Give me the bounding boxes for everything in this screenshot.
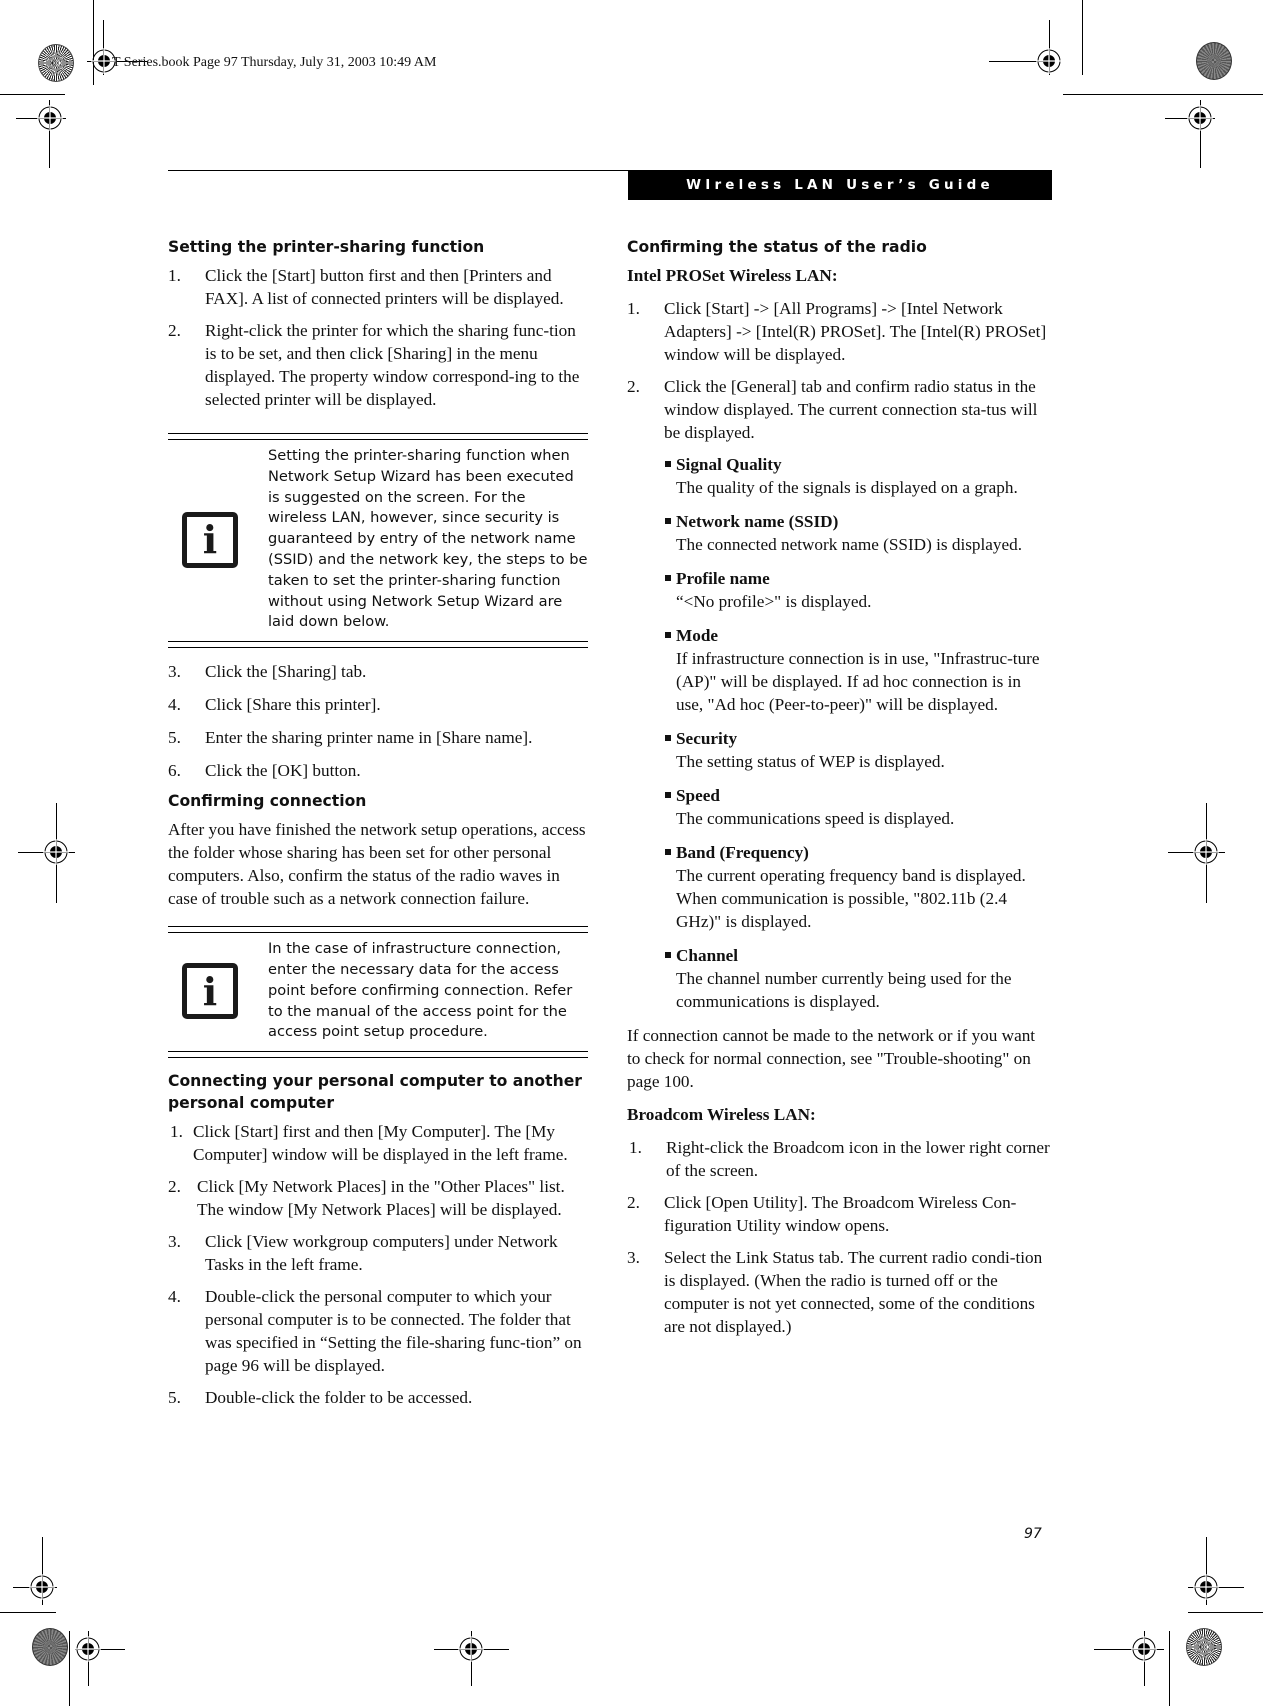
list-item: 4. Click [Share this printer]. bbox=[168, 695, 381, 715]
printer-steps-a: 1. Click the [Start] button first and th… bbox=[168, 264, 588, 411]
running-header: WIreless LAN User’s Guide bbox=[628, 170, 1052, 200]
left-column: Setting the printer-sharing function 1. … bbox=[168, 236, 588, 1409]
registration-mark-icon bbox=[29, 1574, 69, 1614]
troubleshooting-note: If connection cannot be made to the netw… bbox=[627, 1026, 1036, 1091]
status-item: Security The setting status of WEP is dis… bbox=[627, 727, 1052, 773]
bullet-square-icon bbox=[665, 792, 671, 798]
status-item: Speed The communications speed is display… bbox=[627, 784, 1052, 830]
bullet-square-icon bbox=[665, 735, 671, 741]
list-item: 1. Click [Start] -> [All Programs] -> [In… bbox=[627, 299, 1047, 364]
intel-label: Intel PROSet Wireless LAN: bbox=[627, 266, 838, 285]
list-item: 1. Right-click the Broadcom icon in the l… bbox=[629, 1138, 1050, 1180]
list-item: 6. Click the [OK] button. bbox=[168, 761, 361, 781]
header-rule bbox=[168, 170, 628, 171]
info-note: i Setting the printer-sharing function w… bbox=[168, 433, 588, 649]
status-item: Band (Frequency) The current operating fr… bbox=[627, 841, 1052, 933]
list-item: 5. Enter the sharing printer name in [Sha… bbox=[168, 728, 533, 748]
crop-line bbox=[1188, 1612, 1263, 1613]
list-item: 1. Click [Start] first and then [My Compu… bbox=[170, 1122, 568, 1165]
color-bar-rosette-icon bbox=[1186, 1628, 1222, 1666]
intel-steps: 1. Click [Start] -> [All Programs] -> [In… bbox=[627, 297, 1052, 444]
list-item: 3. Select the Link Status tab. The curren… bbox=[627, 1248, 1043, 1336]
note-text: In the case of infrastructure connection… bbox=[268, 940, 573, 1041]
color-bar-rosette-icon bbox=[32, 1628, 68, 1666]
note-rule bbox=[168, 433, 588, 440]
note-rule bbox=[168, 1051, 588, 1059]
page-number: 97 bbox=[1024, 1526, 1042, 1542]
registration-mark-icon bbox=[1036, 48, 1076, 88]
registration-mark-icon bbox=[75, 1636, 115, 1676]
status-item: Channel The channel number currently bein… bbox=[627, 944, 1052, 1013]
section-heading-confirming-connection: Confirming connection bbox=[168, 792, 367, 811]
crop-line bbox=[1082, 0, 1083, 75]
registration-mark-icon bbox=[1131, 1636, 1171, 1676]
status-item: Profile name “<No profile>" is displayed. bbox=[627, 567, 1052, 613]
crop-line bbox=[0, 1612, 56, 1613]
bullet-square-icon bbox=[665, 849, 671, 855]
registration-mark-icon bbox=[458, 1636, 498, 1676]
registration-mark-icon bbox=[43, 839, 83, 879]
list-item: 2. Click [My Network Places] in the "Othe… bbox=[168, 1177, 565, 1220]
status-item: Mode If infrastructure connection is in u… bbox=[627, 624, 1052, 716]
list-item: 2. Click the [General] tab and confirm ra… bbox=[627, 377, 1038, 442]
info-note: i In the case of infrastructure connecti… bbox=[168, 926, 588, 1059]
section-heading-printer-sharing: Setting the printer-sharing function bbox=[168, 238, 485, 256]
color-bar-rosette-icon bbox=[38, 44, 74, 82]
print-slug: T Series.book Page 97 Thursday, July 31,… bbox=[112, 55, 437, 70]
status-item: Network name (SSID) The connected network… bbox=[627, 510, 1052, 556]
bullet-square-icon bbox=[665, 632, 671, 638]
registration-mark-icon bbox=[37, 105, 77, 145]
printer-steps-b: 3. Click the [Sharing] tab. 4. Click [Shar… bbox=[168, 660, 588, 782]
radio-status-items: Signal Quality The quality of the signals… bbox=[627, 453, 1052, 1013]
broadcom-steps: 1. Right-click the Broadcom icon in the l… bbox=[627, 1136, 1052, 1338]
section-heading-radio-status: Confirming the status of the radio bbox=[627, 238, 927, 256]
list-item: 3. Click the [Sharing] tab. bbox=[168, 662, 367, 682]
section-heading-connecting-pc: Connecting your personal computer to ano… bbox=[168, 1072, 582, 1113]
list-item: 3. Click [View workgroup computers] under… bbox=[168, 1232, 558, 1275]
broadcom-label: Broadcom Wireless LAN: bbox=[627, 1105, 816, 1124]
crop-line bbox=[69, 1631, 70, 1706]
registration-mark-icon bbox=[1193, 1574, 1233, 1614]
connecting-steps: 1. Click [Start] first and then [My Compu… bbox=[168, 1120, 588, 1409]
bullet-square-icon bbox=[665, 461, 671, 467]
bullet-square-icon bbox=[665, 575, 671, 581]
note-rule bbox=[168, 641, 588, 649]
note-text: Setting the printer-sharing function whe… bbox=[268, 447, 588, 631]
note-rule bbox=[168, 926, 588, 934]
bullet-square-icon bbox=[665, 952, 671, 958]
registration-mark-icon bbox=[1187, 105, 1227, 145]
list-item: 2. Right-click the printer for which the… bbox=[168, 321, 580, 409]
registration-mark-icon bbox=[1193, 839, 1233, 879]
info-icon: i bbox=[182, 963, 238, 1020]
list-item: 1. Click the [Start] button first and th… bbox=[168, 266, 564, 308]
list-item: 2. Click [Open Utility]. The Broadcom Wir… bbox=[627, 1193, 1017, 1235]
color-bar-rosette-icon bbox=[1196, 42, 1232, 80]
info-icon: i bbox=[182, 511, 238, 568]
confirm-body: After you have finished the network setu… bbox=[168, 820, 586, 909]
list-item: 4. Double-click the personal computer to … bbox=[168, 1287, 582, 1376]
list-item: 5. Double-click the folder to be accessed… bbox=[168, 1388, 473, 1408]
crop-line bbox=[0, 94, 65, 95]
bullet-square-icon bbox=[665, 518, 671, 524]
status-item: Signal Quality The quality of the signals… bbox=[627, 453, 1052, 499]
crop-line bbox=[1063, 94, 1263, 95]
right-column: Confirming the status of the radio Intel… bbox=[627, 236, 1052, 1338]
